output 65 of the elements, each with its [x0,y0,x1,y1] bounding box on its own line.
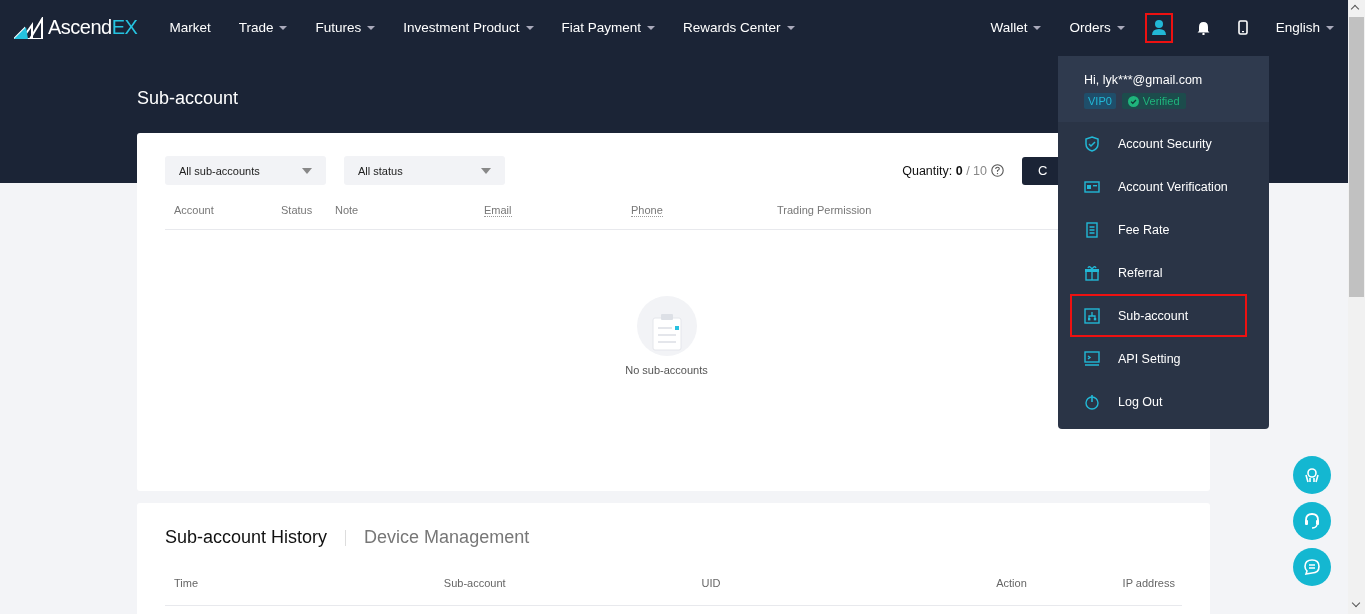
menu-item-label: Fee Rate [1118,222,1170,237]
scrollbar[interactable] [1348,0,1365,614]
menu-item[interactable]: Referral [1070,251,1247,294]
column-header: Trading Permission [777,204,872,216]
column-header: Action [996,577,1027,589]
gift-icon [1084,264,1100,281]
logo-icon [14,16,44,39]
verified-badge: Verified [1121,93,1186,109]
nav-link[interactable]: Market [155,20,225,35]
menu-item[interactable]: Log Out [1070,380,1247,423]
empty-message: No sub-accounts [625,364,708,376]
help-icon[interactable] [991,164,1004,177]
menu-item[interactable]: API Setting [1070,337,1247,380]
phone-icon[interactable] [1237,20,1248,35]
community-icon [1304,467,1320,483]
column-header: Phone [631,203,663,217]
scroll-thumb[interactable] [1349,17,1364,297]
quantity-text: Quantity: 0 / 10 [902,163,987,178]
menu-item-label: Referral [1118,265,1163,280]
menu-item-label: Account Verification [1118,179,1228,194]
menu-item-label: API Setting [1118,351,1181,366]
column-header: IP address [1122,577,1175,589]
bell-icon[interactable] [1196,20,1210,35]
column-header: Sub-account [443,577,506,589]
monitor-icon [1084,350,1100,367]
menu-item-label: Log Out [1118,394,1163,409]
column-header: Time [174,577,199,589]
tab[interactable]: Sub-account History [165,527,328,548]
nav-link[interactable]: Orders [1055,20,1139,35]
headset-icon [1304,513,1320,529]
shield-icon [1084,135,1100,152]
column-header: UID [701,577,721,589]
menu-item[interactable]: Fee Rate [1070,208,1247,251]
tab[interactable]: Device Management [364,527,530,548]
user-icon [1151,20,1166,35]
user-email: Hi, lyk***@gmail.com [1084,73,1204,87]
filter-dropdown[interactable]: All status [344,156,505,185]
filter-dropdown[interactable]: All sub-accounts [165,156,326,185]
nav-link[interactable]: Wallet [976,20,1056,35]
chat-icon [1304,559,1320,575]
user-button[interactable] [1144,12,1173,43]
column-header: Note [335,204,359,216]
hierarchy-icon [1084,307,1100,324]
logo[interactable]: AscendEX [14,16,138,39]
power-icon [1084,393,1100,410]
menu-item-label: Account Security [1118,136,1212,151]
logo-text: AscendEX [48,16,138,39]
nav-link[interactable]: Futures [301,20,390,35]
column-header: Email [484,203,512,217]
language-selector[interactable]: English [1261,20,1348,35]
chat-button[interactable] [1293,548,1331,586]
nav-link[interactable]: Fiat Payment [547,20,670,35]
nav-link[interactable]: Trade [224,20,302,35]
menu-item[interactable]: Sub-account [1070,294,1247,337]
menu-item-label: Sub-account [1118,308,1189,323]
column-header: Account [174,204,214,216]
support-button[interactable] [1293,502,1331,540]
vip-badge: VIP0 [1084,93,1116,109]
column-header: Status [281,204,313,216]
nav-link[interactable]: Investment Product [389,20,548,35]
page-title: Sub-account [137,88,239,109]
id-card-icon [1084,178,1100,195]
document-icon [1084,221,1100,238]
community-button[interactable] [1293,456,1331,494]
nav-link[interactable]: Rewards Center [669,20,809,35]
